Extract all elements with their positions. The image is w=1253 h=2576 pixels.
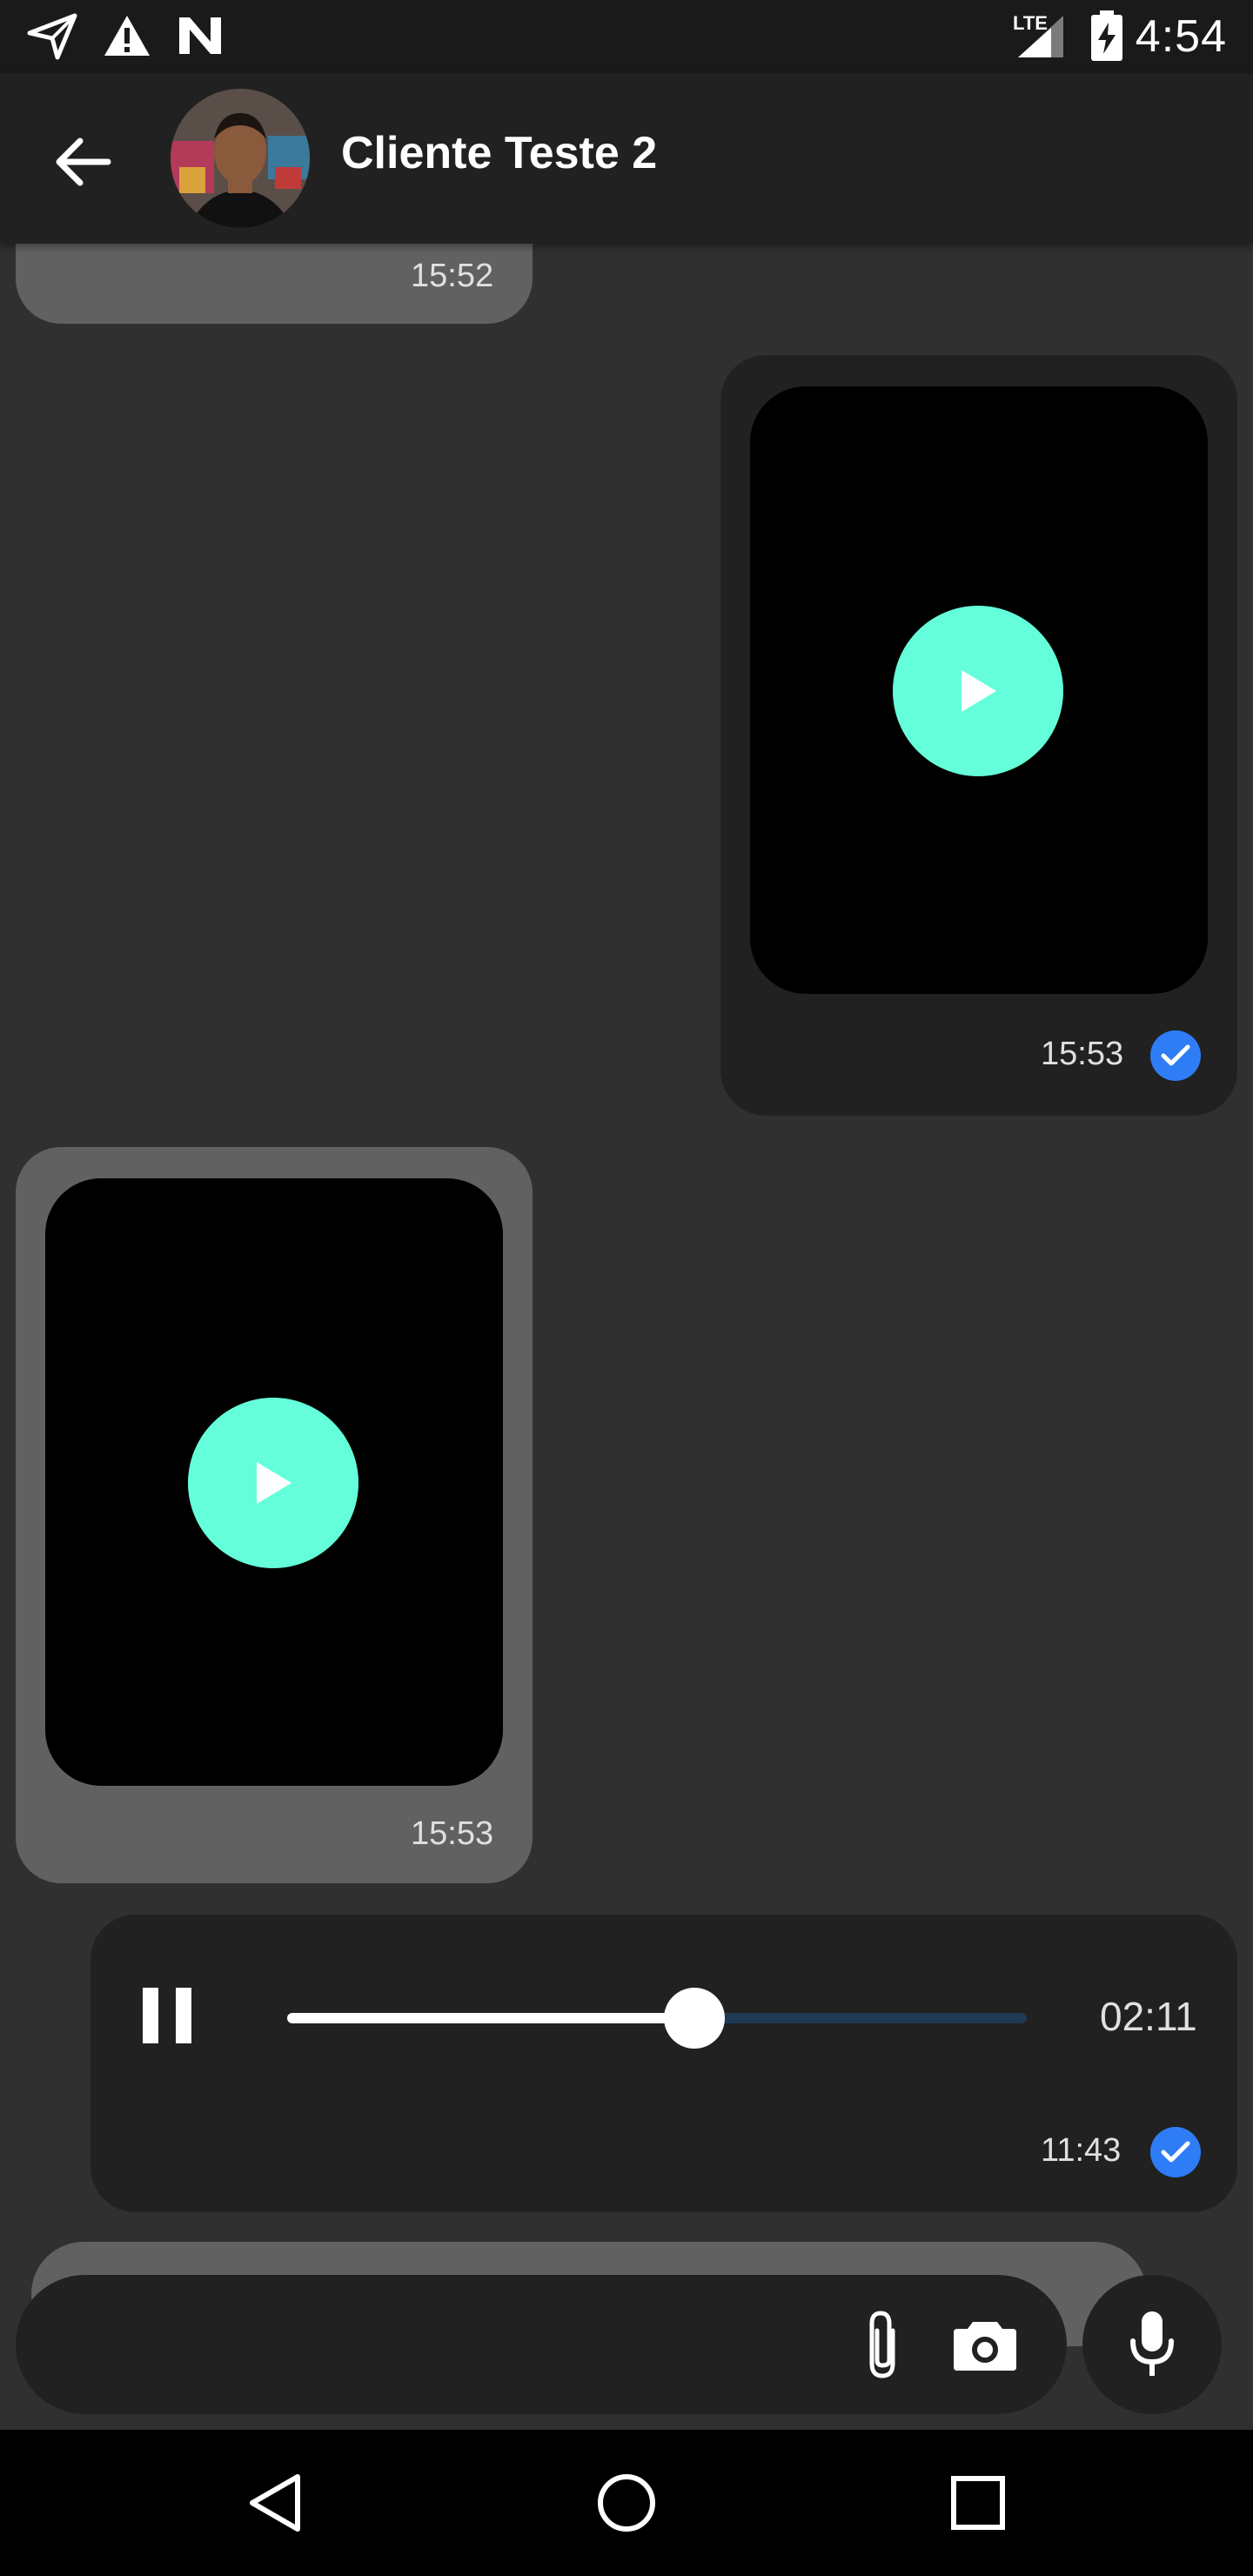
contact-name[interactable]: Cliente Teste 2 [341,127,657,179]
signal-icon [1018,16,1063,57]
recents-square-icon [951,2476,1005,2530]
audio-progress-slider[interactable] [287,1988,1027,2049]
microphone-button[interactable] [1082,2275,1222,2414]
arrow-back-icon [56,138,111,186]
message-time: 15:53 [411,1815,494,1852]
system-nav-bar [0,2430,1253,2576]
status-bar: LTE 4:54 [0,0,1253,73]
audio-duration: 02:11 [1100,1994,1197,2039]
nav-back-button[interactable] [226,2454,324,2552]
play-icon [962,670,996,712]
status-time: 4:54 [1135,11,1227,62]
play-button[interactable] [893,606,1063,776]
pause-icon-bar [176,1988,191,2043]
camera-icon [954,2322,1016,2371]
home-circle-icon [598,2474,655,2532]
pause-button[interactable] [143,1988,195,2050]
message-input[interactable] [68,2313,816,2376]
navigation-icon [27,13,77,60]
microphone-icon [1130,2311,1174,2376]
avatar[interactable] [171,89,310,228]
check-circle-icon [1150,2127,1201,2177]
message-time: 15:52 [411,258,494,294]
chat-header: Cliente Teste 2 [0,73,1253,244]
warning-icon [104,16,150,56]
n-badge-icon [179,17,221,54]
message-time: 11:43 [1041,2132,1122,2169]
play-icon [257,1462,291,1504]
nav-home-button[interactable] [578,2454,675,2552]
back-button[interactable] [47,125,120,198]
pause-icon [143,1988,158,2043]
audio-progress-fill [287,2013,694,2023]
contact-avatar-image [171,89,310,228]
audio-slider-thumb[interactable] [663,1988,725,2049]
camera-button[interactable] [948,2311,1022,2378]
message-time: 15:53 [1041,1036,1124,1072]
battery-charging-icon [1091,10,1122,61]
chat-screen: LTE 4:54 Cliente Teste 2 15:52 15:53 15:… [0,0,1253,2576]
check-circle-icon [1150,1030,1201,1081]
back-triangle-icon [250,2474,300,2532]
paperclip-icon [869,2311,895,2378]
message-composer [16,2275,1067,2414]
attach-button[interactable] [851,2306,914,2383]
play-button[interactable] [188,1398,358,1568]
nav-recents-button[interactable] [929,2454,1027,2552]
